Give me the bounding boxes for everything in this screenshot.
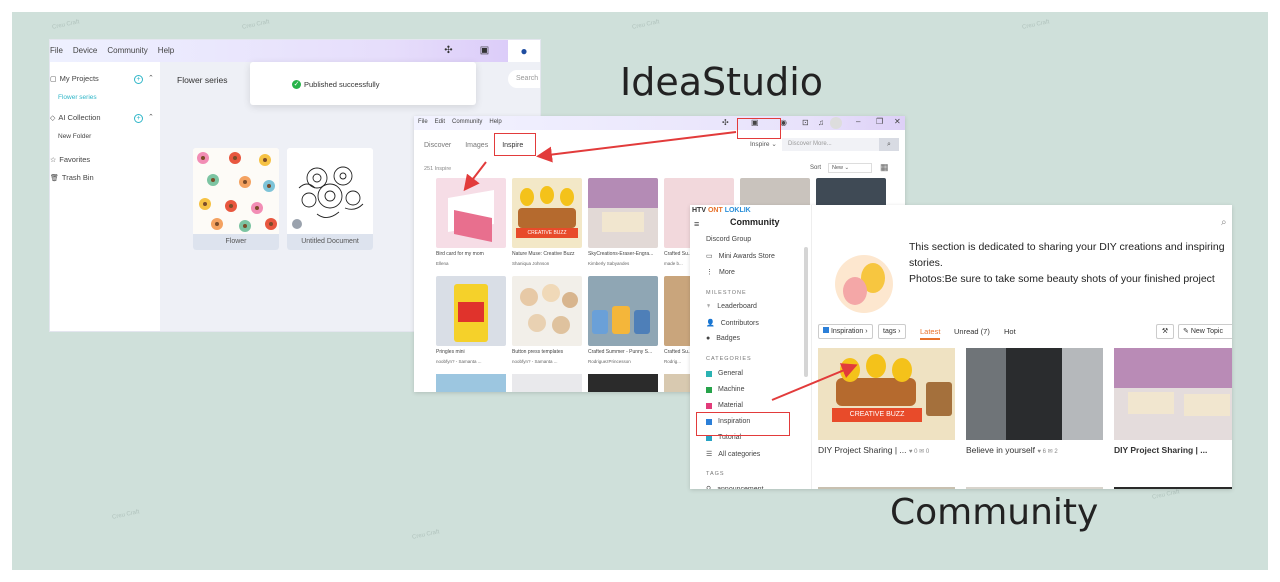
arrow-to-card: [463, 161, 487, 192]
canvas: Creu Craft Creu Craft Creu Craft Creu Cr…: [12, 12, 1268, 570]
annotation-arrows: [463, 131, 858, 401]
arrow-to-topic: [771, 363, 858, 401]
arrow-to-inspire-tab: [536, 131, 737, 163]
